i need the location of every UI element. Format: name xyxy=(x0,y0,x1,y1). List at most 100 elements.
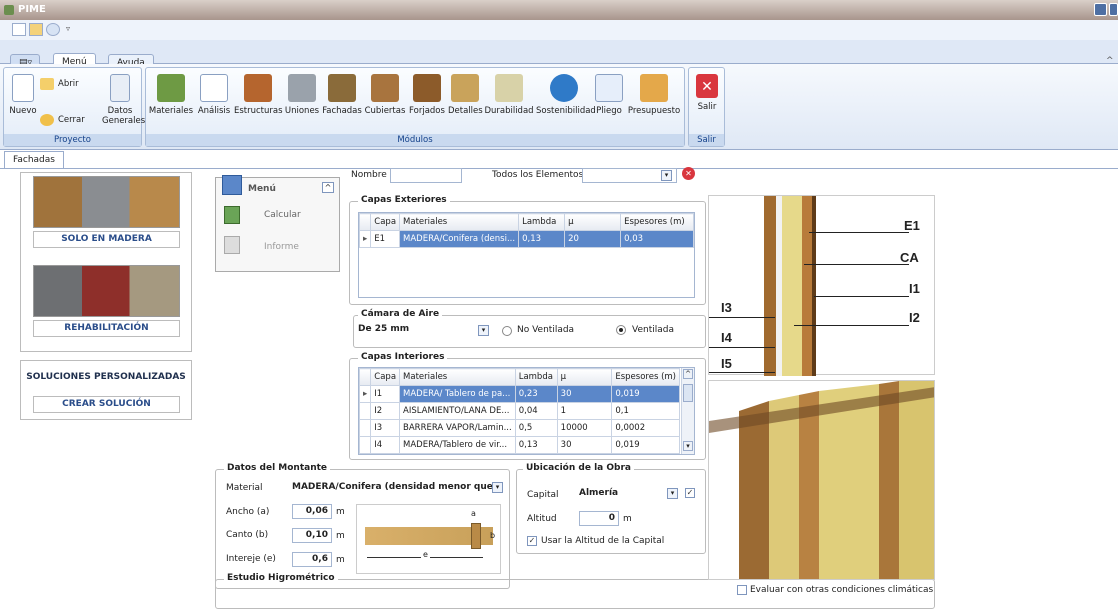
header-espesores[interactable]: Espesores (m) xyxy=(611,368,680,386)
header-mu[interactable]: μ xyxy=(556,368,613,386)
cell-espesor[interactable]: 0,019 xyxy=(611,385,680,403)
minimize-button[interactable] xyxy=(1094,3,1107,16)
cell-mu[interactable]: 20 xyxy=(564,230,622,248)
new-icon[interactable] xyxy=(12,23,26,36)
cell-lambda[interactable]: 0,5 xyxy=(514,419,558,437)
chevron-down-icon[interactable]: ▾ xyxy=(667,488,678,499)
crear-solucion-button[interactable]: CREAR SOLUCIÓN xyxy=(33,396,180,413)
material-select[interactable]: MADERA/Conifera (densidad menor que 4 xyxy=(292,482,502,492)
cell-material[interactable]: MADERA/ Tablero de pa... xyxy=(399,385,516,403)
table-row[interactable]: I4 MADERA/Tablero de vir... 0,13 30 0,01… xyxy=(358,436,680,454)
chevron-down-icon[interactable]: ▾ xyxy=(492,482,503,493)
forjados-button[interactable]: Forjados xyxy=(408,74,446,116)
calcular-button[interactable]: Calcular xyxy=(264,210,301,220)
higrometrico-group: Estudio Higrométrico Evaluar con otras c… xyxy=(215,573,935,609)
vertical-scrollbar[interactable]: ^ ▾ xyxy=(681,368,694,454)
cell-material[interactable]: AISLAMIENTO/LANA DE... xyxy=(399,402,516,420)
cell-mu[interactable]: 1 xyxy=(556,402,613,420)
nombre-input[interactable] xyxy=(390,168,462,183)
cell-capa[interactable]: E1 xyxy=(370,230,401,248)
rehabilitacion-button[interactable]: REHABILITACIÓN xyxy=(33,320,180,337)
tab-fachadas[interactable]: Fachadas xyxy=(4,151,64,169)
chevron-down-icon[interactable]: ▾ xyxy=(661,170,672,181)
uniones-button[interactable]: Uniones xyxy=(284,74,320,116)
rehabilitacion-thumbnail[interactable] xyxy=(33,265,180,317)
header-lambda[interactable]: Lambda xyxy=(518,213,566,231)
header-mu[interactable]: μ xyxy=(564,213,622,231)
nuevo-button[interactable]: Nuevo xyxy=(8,74,38,116)
cell-espesor[interactable]: 0,0002 xyxy=(611,419,680,437)
header-materiales[interactable]: Materiales xyxy=(399,213,520,231)
header-lambda[interactable]: Lambda xyxy=(514,368,558,386)
maximize-button[interactable] xyxy=(1109,3,1118,16)
cell-mu[interactable]: 30 xyxy=(556,385,613,403)
custom-solutions-panel: SOLUCIONES PERSONALIZADAS CREAR SOLUCIÓN xyxy=(20,360,192,420)
radio-no-ventilada[interactable] xyxy=(502,326,512,336)
scroll-down-icon[interactable]: ▾ xyxy=(683,441,693,451)
table-row[interactable]: ▸ E1 MADERA/Conifera (densi... 0,13 20 0… xyxy=(358,230,694,248)
cell-mu[interactable]: 10000 xyxy=(556,419,613,437)
fachadas-button[interactable]: Fachadas xyxy=(322,74,362,116)
cell-espesor[interactable]: 0,03 xyxy=(620,230,694,248)
table-row[interactable]: ▸ I1 MADERA/ Tablero de pa... 0,23 30 0,… xyxy=(358,385,680,403)
cell-capa[interactable]: I4 xyxy=(370,436,401,454)
cell-espesor[interactable]: 0,019 xyxy=(611,436,680,454)
cell-lambda[interactable]: 0,23 xyxy=(514,385,558,403)
cell-material[interactable]: BARRERA VAPOR/Lamin... xyxy=(399,419,516,437)
materiales-button[interactable]: Materiales xyxy=(148,74,194,116)
ancho-input[interactable]: 0,06 xyxy=(292,504,332,519)
capital-checkbox[interactable]: ✓ xyxy=(685,488,695,498)
capital-select[interactable]: Almería xyxy=(579,488,618,498)
abrir-button[interactable]: Abrir xyxy=(40,78,79,90)
evaluar-checkbox[interactable] xyxy=(737,585,747,595)
cell-capa[interactable]: I3 xyxy=(370,419,401,437)
durabilidad-button[interactable]: Durabilidad xyxy=(484,74,534,116)
cell-lambda[interactable]: 0,13 xyxy=(518,230,566,248)
header-capa[interactable]: Capa xyxy=(370,368,401,386)
datos-generales-button[interactable]: Datos Generales xyxy=(102,74,145,126)
usar-altitud-checkbox[interactable]: ✓ xyxy=(527,536,537,546)
scroll-thumb[interactable] xyxy=(683,384,693,402)
altitud-unit: m xyxy=(623,514,632,524)
cell-capa[interactable]: I2 xyxy=(370,402,401,420)
exit-x-icon: ✕ xyxy=(696,74,718,98)
analisis-button[interactable]: Análisis xyxy=(196,74,232,116)
cell-lambda[interactable]: 0,04 xyxy=(514,402,558,420)
pliego-button[interactable]: Pliego xyxy=(594,74,624,116)
madera-thumbnail[interactable] xyxy=(33,176,180,228)
altitud-input[interactable]: 0 xyxy=(579,511,619,526)
informe-button[interactable]: Informe xyxy=(264,242,299,252)
header-capa[interactable]: Capa xyxy=(370,213,401,231)
cerrar-button[interactable]: Cerrar xyxy=(40,114,85,126)
open-folder-icon[interactable] xyxy=(29,23,43,36)
cell-lambda[interactable]: 0,13 xyxy=(514,436,558,454)
estructuras-button[interactable]: Estructuras xyxy=(234,74,283,116)
camara-aire-select[interactable]: De 25 mm xyxy=(358,324,409,334)
canto-input[interactable]: 0,10 xyxy=(292,528,332,543)
cubiertas-button[interactable]: Cubiertas xyxy=(364,74,406,116)
presupuesto-button[interactable]: Presupuesto xyxy=(626,74,682,116)
cell-espesor[interactable]: 0,1 xyxy=(611,402,680,420)
cell-capa[interactable]: I1 xyxy=(370,385,401,403)
radio-ventilada[interactable] xyxy=(616,325,626,335)
save-icon[interactable] xyxy=(46,23,60,36)
header-materiales[interactable]: Materiales xyxy=(399,368,516,386)
detalles-button[interactable]: Detalles xyxy=(448,74,483,116)
table-row[interactable]: I2 AISLAMIENTO/LANA DE... 0,04 1 0,1 xyxy=(358,402,680,420)
sostenibilidad-button[interactable]: Sostenibilidad xyxy=(536,74,596,116)
qat-dropdown-icon[interactable]: ▿ xyxy=(66,24,70,33)
scroll-up-icon[interactable]: ^ xyxy=(683,369,693,379)
cell-material[interactable]: MADERA/Tablero de vir... xyxy=(399,436,516,454)
header-espesores[interactable]: Espesores (m) xyxy=(620,213,694,231)
personalizadas-heading: SOLUCIONES PERSONALIZADAS xyxy=(26,372,186,382)
intereje-input[interactable]: 0,6 xyxy=(292,552,332,567)
solo-madera-button[interactable]: SOLO EN MADERA xyxy=(33,231,180,248)
cell-mu[interactable]: 30 xyxy=(556,436,613,454)
cell-material[interactable]: MADERA/Conifera (densi... xyxy=(399,230,520,248)
table-row[interactable]: I3 BARRERA VAPOR/Lamin... 0,5 10000 0,00… xyxy=(358,419,680,437)
chevron-down-icon[interactable]: ▾ xyxy=(478,325,489,336)
clear-filter-icon[interactable]: ✕ xyxy=(682,167,695,180)
salir-button[interactable]: ✕ Salir xyxy=(693,74,721,112)
report-icon xyxy=(224,236,240,254)
collapse-menu-button[interactable]: ^ xyxy=(322,182,334,193)
